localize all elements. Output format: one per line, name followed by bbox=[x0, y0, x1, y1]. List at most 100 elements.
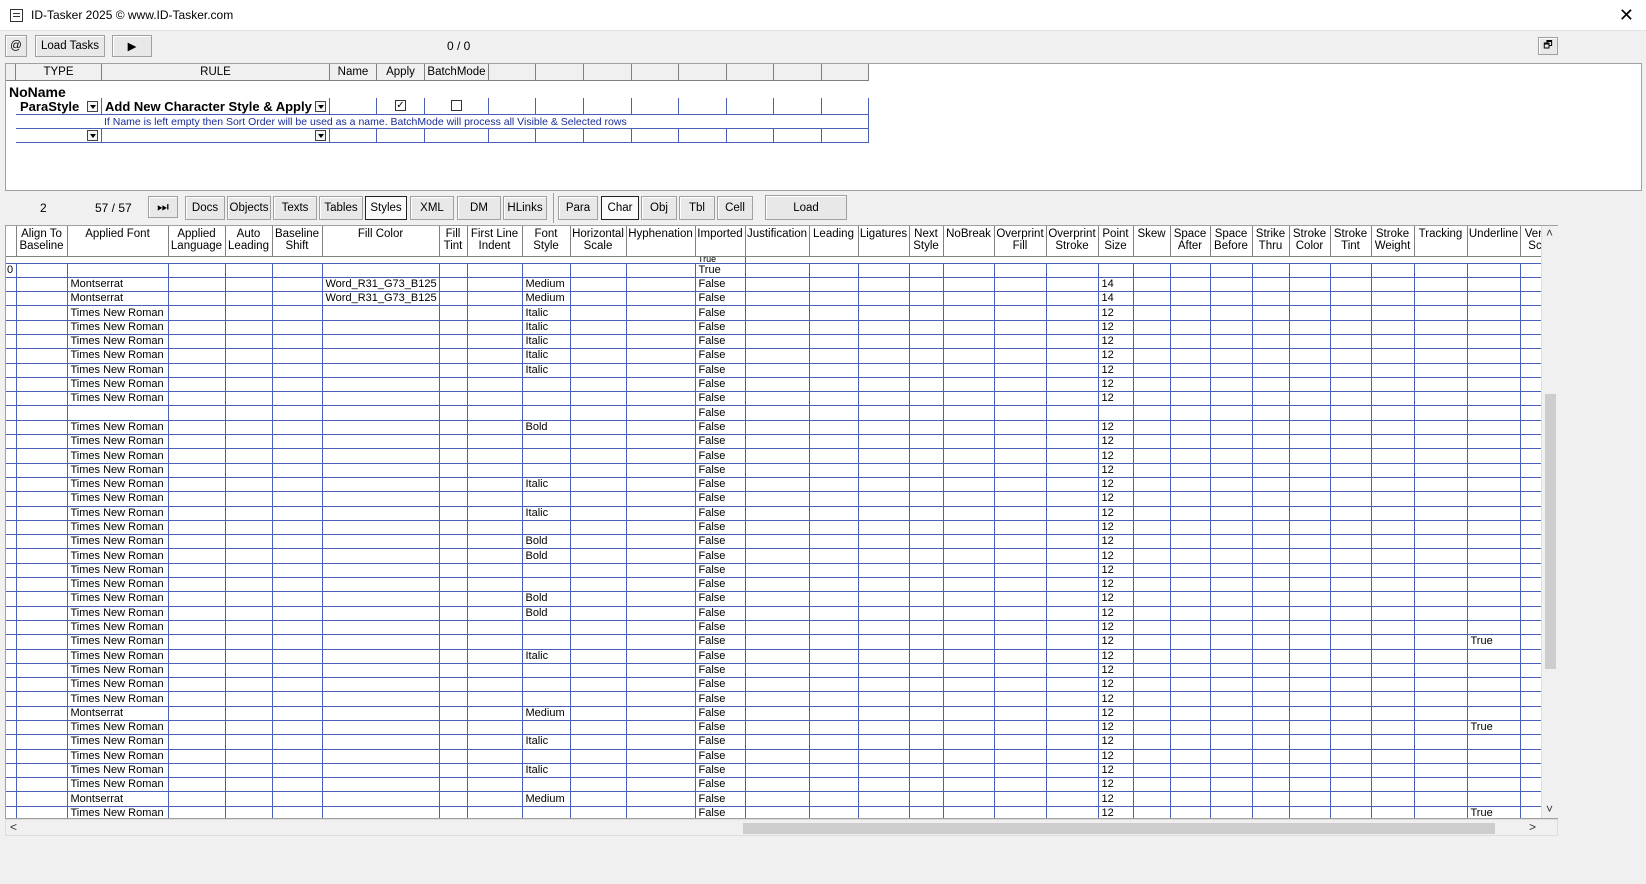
table-cell[interactable] bbox=[522, 620, 571, 636]
table-cell[interactable] bbox=[168, 634, 226, 650]
table-cell[interactable] bbox=[1371, 706, 1415, 722]
table-cell[interactable] bbox=[909, 320, 944, 335]
table-cell[interactable] bbox=[1046, 791, 1099, 807]
table-cell[interactable] bbox=[1133, 763, 1171, 779]
table-cell[interactable] bbox=[994, 291, 1047, 307]
table-cell[interactable] bbox=[467, 806, 523, 818]
table-cell[interactable]: False bbox=[695, 734, 746, 750]
table-cell[interactable] bbox=[16, 334, 68, 350]
table-cell[interactable] bbox=[1133, 591, 1171, 607]
table-cell[interactable]: False bbox=[695, 448, 746, 464]
table-cell[interactable] bbox=[994, 491, 1047, 507]
table-cell[interactable]: False bbox=[695, 506, 746, 521]
table-cell[interactable] bbox=[322, 620, 440, 636]
table-cell[interactable] bbox=[16, 777, 68, 793]
table-cell[interactable]: Times New Roman bbox=[67, 591, 169, 607]
table-cell[interactable] bbox=[1133, 548, 1171, 564]
table-cell[interactable] bbox=[1046, 434, 1099, 450]
table-cell[interactable] bbox=[745, 377, 810, 393]
table-cell[interactable] bbox=[1467, 606, 1521, 621]
table-cell[interactable] bbox=[909, 806, 944, 818]
table-cell[interactable] bbox=[439, 706, 468, 722]
table-cell[interactable]: Times New Roman bbox=[67, 520, 169, 536]
partial-cell[interactable]: True bbox=[695, 256, 746, 264]
table-cell[interactable] bbox=[943, 520, 995, 536]
table-cell[interactable] bbox=[570, 363, 627, 378]
table-cell[interactable] bbox=[858, 391, 910, 407]
table-cell[interactable] bbox=[1210, 305, 1253, 321]
table-cell[interactable] bbox=[439, 305, 468, 321]
scroll-up-icon[interactable]: ˄ bbox=[1546, 226, 1553, 240]
table-cell[interactable] bbox=[272, 734, 323, 750]
table-cell[interactable] bbox=[272, 491, 323, 507]
table-cell[interactable] bbox=[1252, 334, 1290, 350]
table-cell[interactable] bbox=[570, 720, 627, 736]
table-cell[interactable] bbox=[467, 620, 523, 636]
table-cell[interactable] bbox=[467, 363, 523, 378]
table-cell[interactable] bbox=[6, 506, 17, 521]
table-cell[interactable] bbox=[1371, 634, 1415, 650]
table-cell[interactable] bbox=[272, 377, 323, 393]
table-cell[interactable] bbox=[168, 691, 226, 707]
table-row[interactable]: Montserrat Medium False 12 bbox=[6, 706, 1551, 722]
table-cell[interactable] bbox=[1289, 649, 1331, 664]
table-cell[interactable] bbox=[467, 477, 523, 493]
table-cell[interactable] bbox=[1252, 391, 1290, 407]
table-cell[interactable] bbox=[626, 563, 696, 579]
table-cell[interactable] bbox=[1289, 577, 1331, 593]
table-cell[interactable] bbox=[570, 749, 627, 764]
table-cell[interactable] bbox=[225, 806, 273, 818]
table-cell[interactable] bbox=[909, 734, 944, 750]
table-row[interactable]: Times New Roman Italic False 12 bbox=[6, 506, 1551, 521]
table-cell[interactable]: Italic bbox=[522, 506, 571, 521]
table-cell[interactable] bbox=[225, 506, 273, 521]
table-cell[interactable] bbox=[1330, 434, 1372, 450]
table-cell[interactable] bbox=[1133, 806, 1171, 818]
table-cell[interactable] bbox=[1252, 777, 1290, 793]
table-cell[interactable] bbox=[322, 720, 440, 736]
table-cell[interactable]: 12 bbox=[1098, 391, 1134, 407]
table-row[interactable]: Times New Roman Italic False 12 bbox=[6, 363, 1551, 378]
table-cell[interactable] bbox=[1371, 348, 1415, 364]
table-cell[interactable] bbox=[322, 777, 440, 793]
table-cell[interactable] bbox=[322, 477, 440, 493]
table-row[interactable]: Times New Roman False 12 bbox=[6, 434, 1551, 450]
table-cell[interactable] bbox=[994, 334, 1047, 350]
table-cell[interactable] bbox=[1414, 377, 1468, 393]
table-cell[interactable]: 12 bbox=[1098, 320, 1134, 335]
table-cell[interactable] bbox=[1133, 434, 1171, 450]
table-cell[interactable] bbox=[168, 649, 226, 664]
table-row[interactable]: Times New Roman False 12 bbox=[6, 463, 1551, 478]
table-cell[interactable] bbox=[522, 463, 571, 478]
column-header[interactable]: Baseline Shift bbox=[272, 226, 323, 257]
table-cell[interactable] bbox=[1046, 405, 1099, 421]
table-cell[interactable] bbox=[1414, 591, 1468, 607]
table-cell[interactable] bbox=[1170, 749, 1211, 764]
table-cell[interactable] bbox=[1210, 634, 1253, 650]
table-cell[interactable] bbox=[439, 677, 468, 693]
table-cell[interactable] bbox=[1210, 663, 1253, 679]
table-cell[interactable] bbox=[16, 634, 68, 650]
table-cell[interactable] bbox=[225, 777, 273, 793]
table-cell[interactable] bbox=[943, 649, 995, 664]
table-cell[interactable] bbox=[1330, 548, 1372, 564]
table-cell[interactable] bbox=[1046, 420, 1099, 436]
table-cell[interactable] bbox=[272, 563, 323, 579]
table-cell[interactable] bbox=[1133, 363, 1171, 378]
table-cell[interactable] bbox=[225, 791, 273, 807]
table-cell[interactable]: False bbox=[695, 534, 746, 550]
table-cell[interactable] bbox=[1252, 691, 1290, 707]
table-cell[interactable]: False bbox=[695, 491, 746, 507]
table-cell[interactable] bbox=[1210, 263, 1253, 278]
table-cell[interactable] bbox=[272, 791, 323, 807]
table-cell[interactable] bbox=[1467, 520, 1521, 536]
table-cell[interactable]: False bbox=[695, 420, 746, 436]
table-cell[interactable] bbox=[858, 791, 910, 807]
column-header[interactable]: Horizontal Scale bbox=[570, 226, 627, 257]
table-cell[interactable] bbox=[570, 663, 627, 679]
table-cell[interactable] bbox=[467, 548, 523, 564]
table-cell[interactable] bbox=[626, 320, 696, 335]
scroll-down-icon[interactable]: ˅ bbox=[1546, 802, 1553, 816]
table-cell[interactable] bbox=[858, 663, 910, 679]
table-cell[interactable] bbox=[272, 677, 323, 693]
